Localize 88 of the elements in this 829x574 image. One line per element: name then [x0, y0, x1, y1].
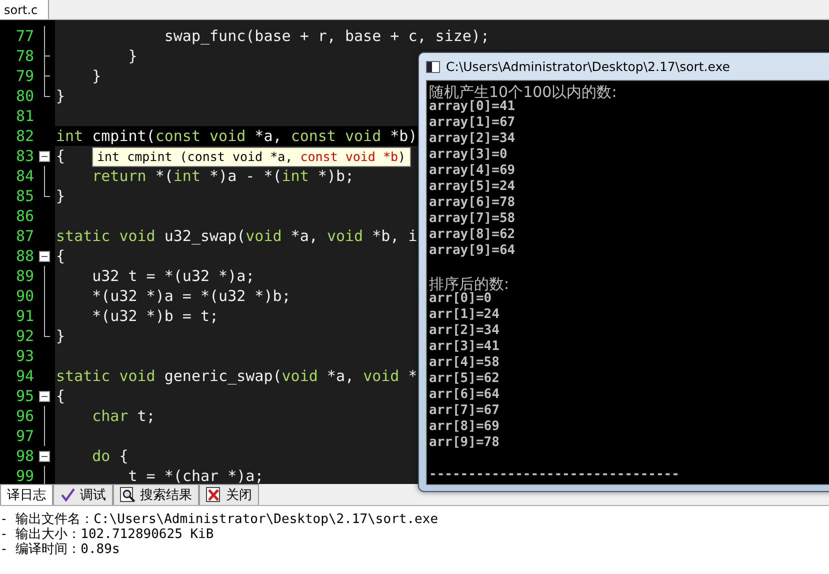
code-line: *(u32 *)b = t; [91, 306, 219, 326]
line-number: 92 [14, 326, 34, 346]
console-text: arr[0]=0 [429, 291, 493, 307]
line-number: 89 [14, 266, 34, 286]
line-number: 98 [14, 446, 34, 466]
code-line: } [56, 186, 66, 206]
code-line: } [127, 46, 138, 66]
console-text: arr[5]=62 [429, 371, 500, 387]
fold-end [44, 86, 50, 97]
code-line: { [56, 146, 66, 166]
line-number: 91 [14, 306, 34, 326]
console-text: array[7]=58 [429, 211, 516, 227]
console-text: array[4]=69 [429, 163, 516, 179]
log-line: - 编译时间：0.89s [0, 542, 121, 557]
code-line: } [56, 86, 66, 106]
code-line: static void u32_swap(void *a, void *b, i [56, 226, 418, 246]
line-number: 88 [14, 246, 34, 266]
code-line: t = *(char *)a; [127, 466, 264, 484]
code-line: swap_func(base + r, base + c, size); [163, 26, 490, 46]
fold-end [44, 326, 50, 337]
line-number: 83 [14, 146, 34, 166]
code-line: char t; [91, 406, 156, 426]
console-text: array[0]=41 [429, 99, 516, 115]
console-text: arr[3]=41 [429, 339, 500, 355]
console-text: arr[4]=58 [429, 355, 500, 371]
code-line: return *(int *)a - *(int *)b; [91, 166, 354, 186]
panel-tab[interactable]: 调试 [53, 484, 113, 505]
code-line: do { [91, 446, 128, 466]
collapse-icon[interactable] [39, 150, 50, 162]
console-text: array[9]=64 [429, 243, 516, 259]
console-text: array[1]=67 [429, 115, 516, 131]
code-line: u32 t = *(u32 *)a; [91, 266, 255, 286]
line-number: 95 [14, 386, 34, 406]
line-number: 81 [14, 106, 34, 126]
console-text: array[2]=34 [429, 131, 516, 147]
collapse-icon[interactable] [39, 250, 50, 262]
code-line: { [56, 246, 66, 266]
line-number: 87 [14, 226, 34, 246]
panel-tab[interactable]: 译日志 [0, 484, 53, 505]
console-text: array[8]=62 [429, 227, 516, 243]
line-number: 97 [14, 426, 34, 446]
collapse-icon[interactable] [39, 390, 50, 402]
line-number: 78 [14, 46, 34, 66]
search-icon [120, 487, 136, 503]
console-text: array[5]=24 [429, 179, 516, 195]
console-text: array[3]=0 [429, 147, 508, 163]
console-text: arr[6]=64 [429, 387, 500, 403]
file-tab[interactable]: sort.c [0, 0, 49, 19]
line-number: 93 [14, 346, 34, 366]
line-number: 99 [14, 466, 34, 484]
log-line: - 输出文件名：C:\Users\Administrator\Desktop\2.17\sort.exe [0, 512, 440, 527]
console-text: array[6]=78 [429, 195, 516, 211]
fold-line [44, 466, 45, 484]
close-icon [206, 487, 222, 503]
log-line: - 输出大小：102.712890625 KiB [0, 527, 215, 542]
code-line: } [91, 66, 102, 86]
console-text: arr[1]=24 [429, 307, 500, 323]
line-number: 86 [14, 206, 34, 226]
line-number: 96 [14, 406, 34, 426]
console-text: arr[9]=78 [429, 435, 500, 451]
line-number: 90 [14, 286, 34, 306]
line-number: 84 [14, 166, 34, 186]
signature-tooltip: int cmpint (const void *a, const void *b) [92, 147, 411, 167]
code-line: { [56, 386, 66, 406]
fold-line [44, 166, 45, 186]
line-number: 85 [14, 186, 34, 206]
line-number: 94 [14, 366, 34, 386]
line-number: 79 [14, 66, 34, 86]
line-number: 80 [14, 86, 34, 106]
window-title: C:\Users\Administrator\Desktop\2.17\sort.exe [446, 59, 730, 74]
console-icon [426, 60, 440, 72]
line-number: 82 [14, 126, 34, 146]
code-line: *(u32 *)a = *(u32 *)b; [91, 286, 291, 306]
console-text: arr[7]=67 [429, 403, 500, 419]
checkmark-icon [60, 488, 76, 502]
panel-tab[interactable]: 搜索结果 [113, 484, 199, 505]
console-text: 随机产生10个100以内的数: [429, 83, 618, 99]
console-text: -------------------------------- [429, 467, 680, 483]
fold-end [44, 186, 50, 197]
console-text: 排序后的数: [429, 275, 510, 291]
code-line: static void generic_swap(void *a, void * [56, 366, 418, 386]
console-text: arr[8]=69 [429, 419, 500, 435]
panel-tab[interactable]: 关闭 [199, 484, 259, 505]
code-line: int cmpint(const void *a, const void *b) [56, 126, 418, 146]
line-number: 77 [14, 26, 34, 46]
collapse-icon[interactable] [39, 450, 50, 462]
console-text: arr[2]=34 [429, 323, 500, 339]
code-line: } [56, 326, 66, 346]
